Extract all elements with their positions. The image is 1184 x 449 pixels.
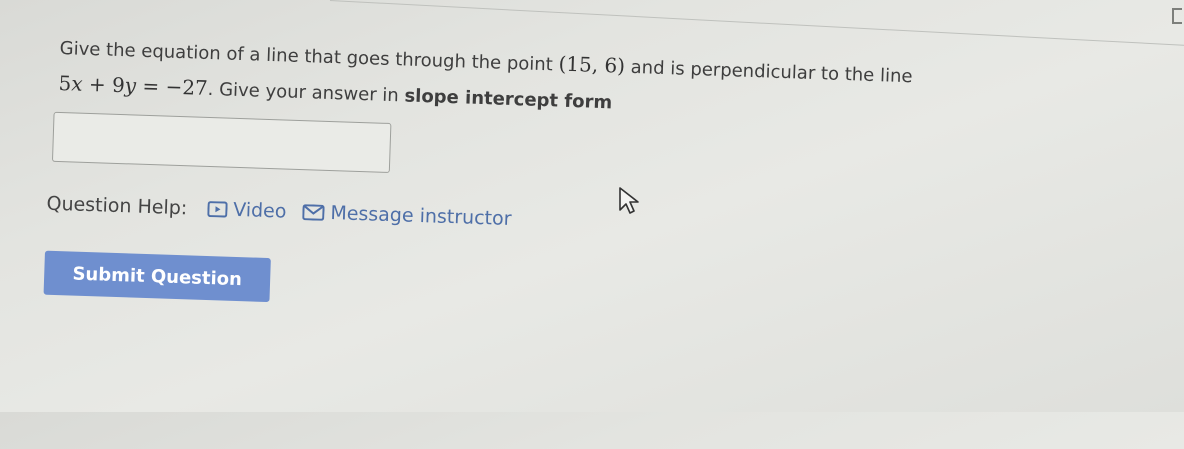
- corner-icon[interactable]: [1172, 8, 1182, 24]
- answer-input[interactable]: [51, 111, 392, 174]
- mail-icon: [302, 204, 325, 221]
- cursor-icon: [619, 187, 639, 214]
- equation-rhs: −27: [165, 74, 209, 100]
- var-x: x: [70, 71, 83, 96]
- answer-instruction: . Give your answer in: [207, 78, 400, 107]
- question-help-label: Question Help:: [46, 192, 188, 220]
- equals-sign: =: [142, 73, 160, 99]
- slope-intercept-emphasis: slope intercept form: [404, 85, 613, 114]
- submit-question-button[interactable]: Submit Question: [43, 250, 271, 303]
- video-label: Video: [232, 198, 287, 223]
- message-instructor-label: Message instructor: [330, 202, 512, 231]
- question-panel: Give the equation of a line that goes th…: [0, 0, 1184, 449]
- question-help: Question Help: Video Message instructor: [46, 193, 528, 231]
- video-icon: [207, 201, 228, 218]
- coef-x: 5: [58, 70, 72, 96]
- point-coordinates: (15, 6): [558, 51, 626, 78]
- var-y: y: [124, 73, 137, 98]
- video-link[interactable]: Video: [207, 198, 287, 223]
- plus-sign: +: [88, 71, 107, 97]
- question-continuation: and is perpendicular to the line: [630, 56, 913, 88]
- line-equation: 5x + 9y = −27: [58, 71, 208, 100]
- message-instructor-link[interactable]: Message instructor: [302, 201, 512, 230]
- coef-y: 9: [111, 72, 126, 98]
